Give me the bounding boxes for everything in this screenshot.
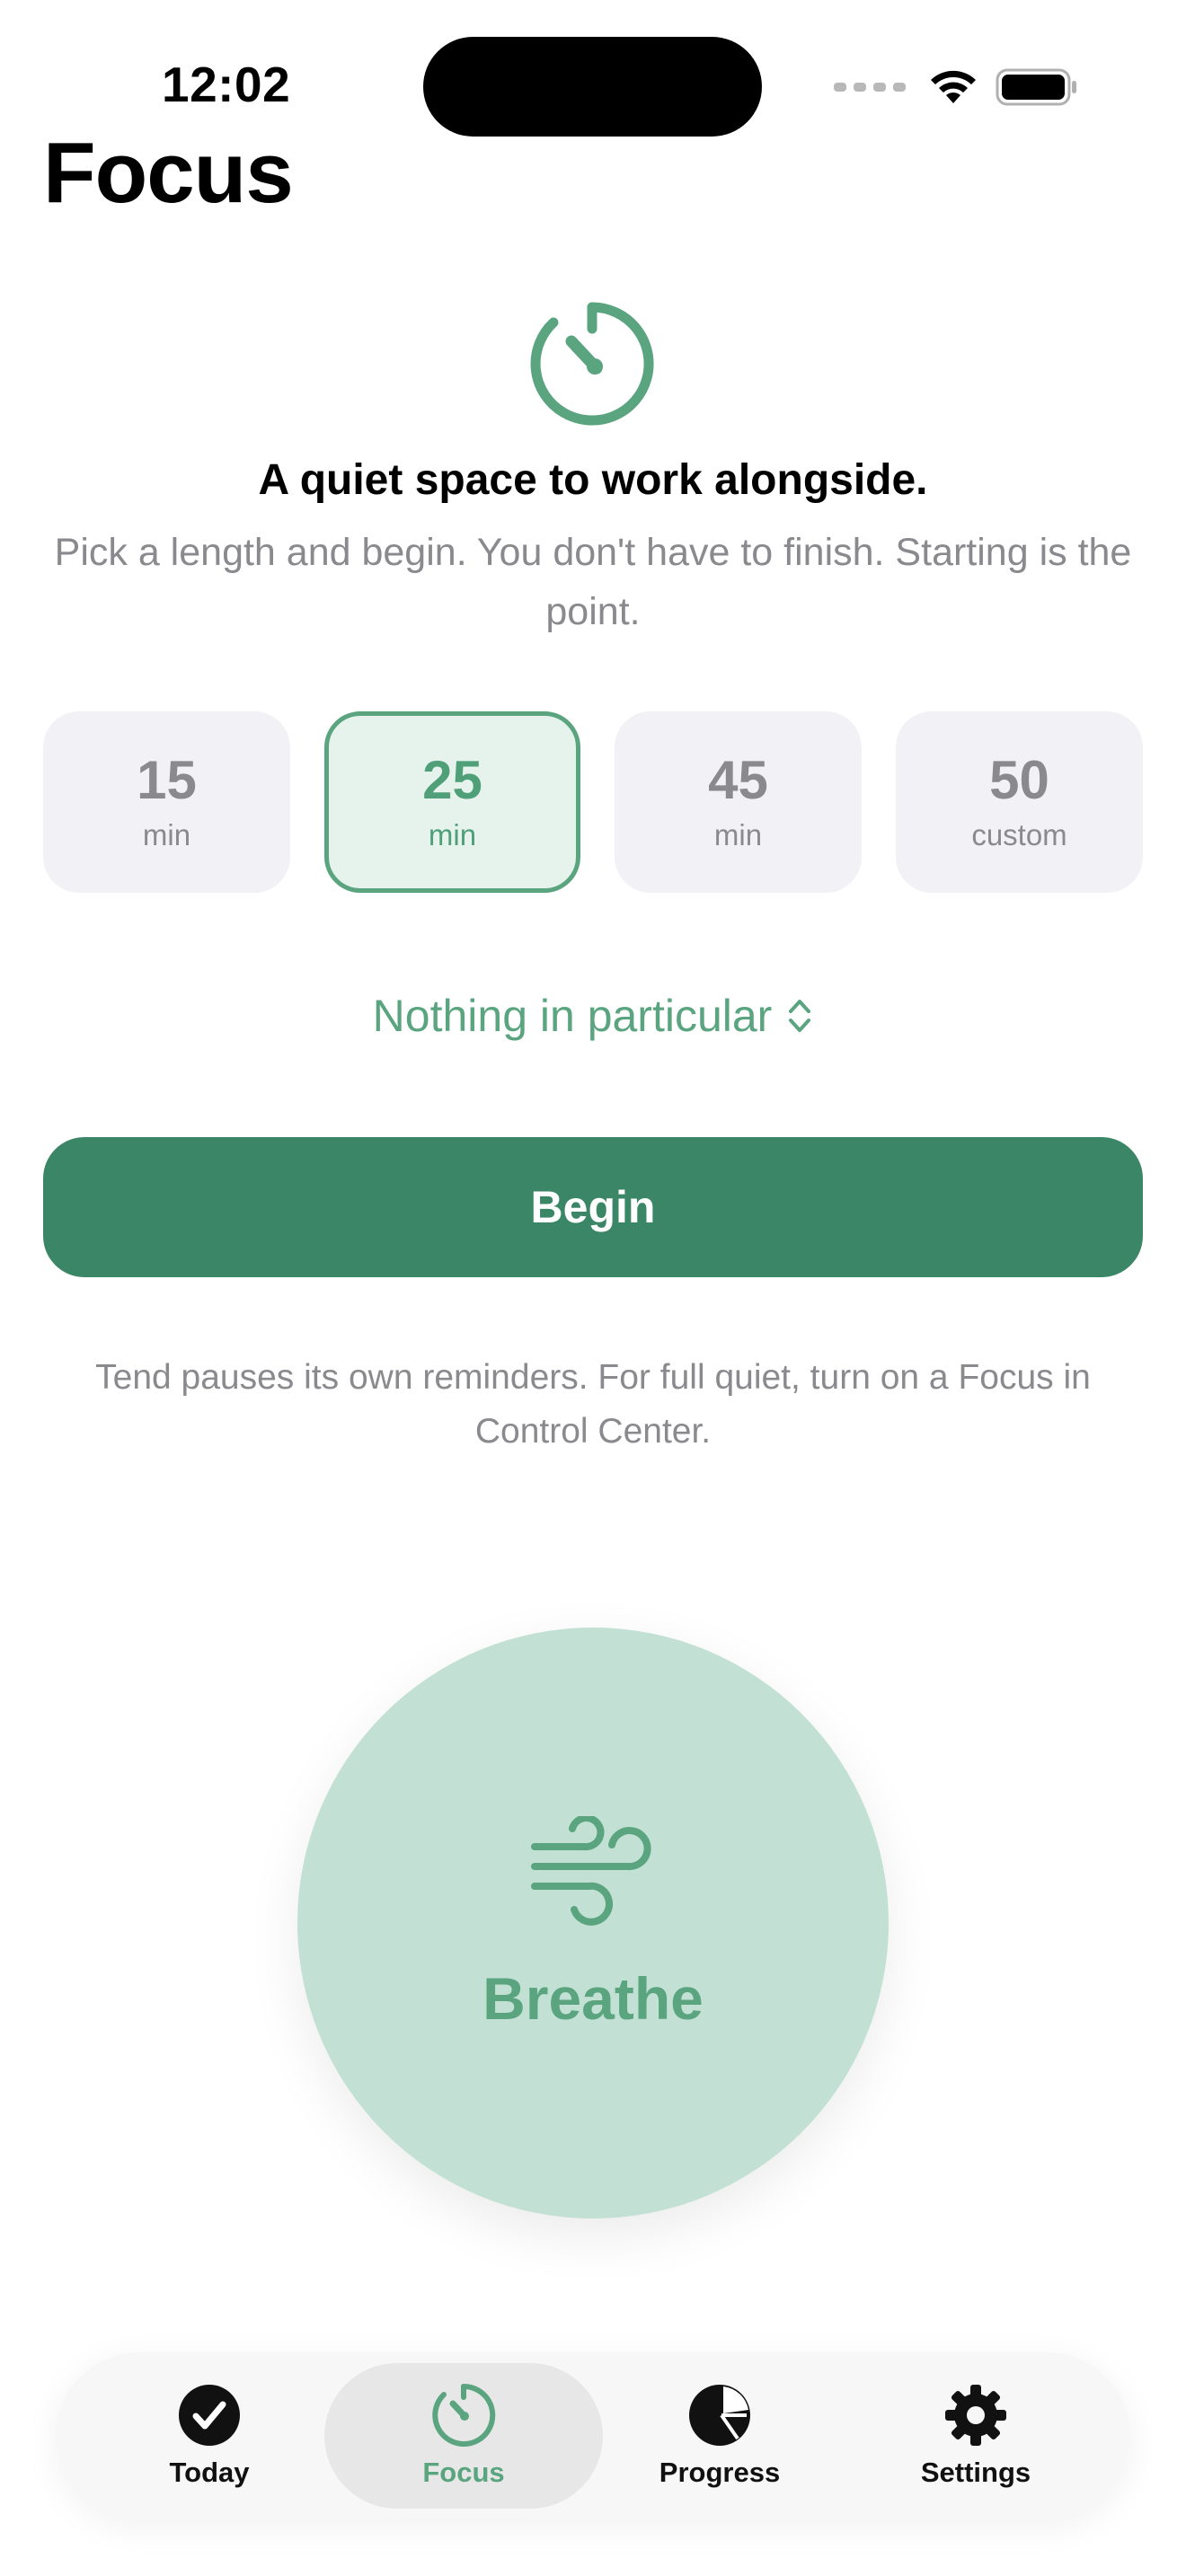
status-time: 12:02 — [162, 57, 291, 112]
focus-note: Tend pauses its own reminders. For full … — [95, 1358, 1091, 1451]
intent-selector[interactable]: Nothing in particular — [0, 984, 1186, 1047]
wifi-icon — [931, 70, 976, 103]
tab-label: Focus — [422, 2457, 505, 2488]
tab-bar: Today Focus Progress Settings — [56, 2352, 1130, 2519]
tab-progress[interactable]: Progress — [580, 2363, 859, 2509]
cellular-signal-icon — [834, 83, 906, 92]
duration-unit: min — [142, 818, 191, 851]
tab-today[interactable]: Today — [70, 2363, 349, 2509]
page-title: Focus — [43, 125, 294, 221]
timer-icon — [530, 302, 654, 426]
dynamic-island — [423, 37, 762, 137]
begin-button[interactable]: Begin — [43, 1137, 1143, 1277]
duration-custom-button[interactable]: 50 custom — [896, 711, 1143, 893]
duration-value: 50 — [989, 750, 1049, 810]
duration-picker: 15 min 25 min 45 min 50 custom — [43, 711, 1143, 893]
tab-label: Progress — [659, 2457, 781, 2488]
pie-chart-icon — [689, 2385, 750, 2446]
intro-subline: Pick a length and begin. You don't have … — [54, 531, 1132, 633]
focus-screen: 12:02 Focus A quiet space to work alongs… — [0, 0, 1186, 2576]
intro-headline: A quiet space to work alongside. — [258, 456, 928, 504]
duration-value: 15 — [137, 750, 197, 810]
breathe-button[interactable]: Breathe — [297, 1628, 889, 2219]
checkmark-circle-icon — [179, 2385, 240, 2446]
duration-value: 25 — [422, 750, 482, 810]
duration-45-button[interactable]: 45 min — [615, 711, 862, 893]
wind-icon — [531, 1816, 651, 1926]
duration-unit: min — [713, 818, 763, 851]
duration-value: 45 — [708, 750, 768, 810]
duration-unit: custom — [971, 818, 1067, 851]
chevron-up-down-icon — [789, 1000, 811, 1032]
status-icons — [834, 65, 1078, 110]
tab-label: Today — [169, 2457, 250, 2488]
intent-label: Nothing in particular — [372, 991, 773, 1041]
battery-icon — [996, 68, 1076, 106]
duration-25-button[interactable]: 25 min — [324, 711, 580, 893]
duration-unit: min — [428, 818, 477, 851]
gear-icon — [945, 2385, 1006, 2446]
tab-settings[interactable]: Settings — [836, 2363, 1115, 2509]
timer-icon — [432, 2383, 496, 2447]
tab-label: Settings — [920, 2457, 1031, 2488]
breathe-label: Breathe — [482, 1965, 704, 2032]
duration-15-button[interactable]: 15 min — [43, 711, 290, 893]
tab-focus[interactable]: Focus — [324, 2363, 603, 2509]
